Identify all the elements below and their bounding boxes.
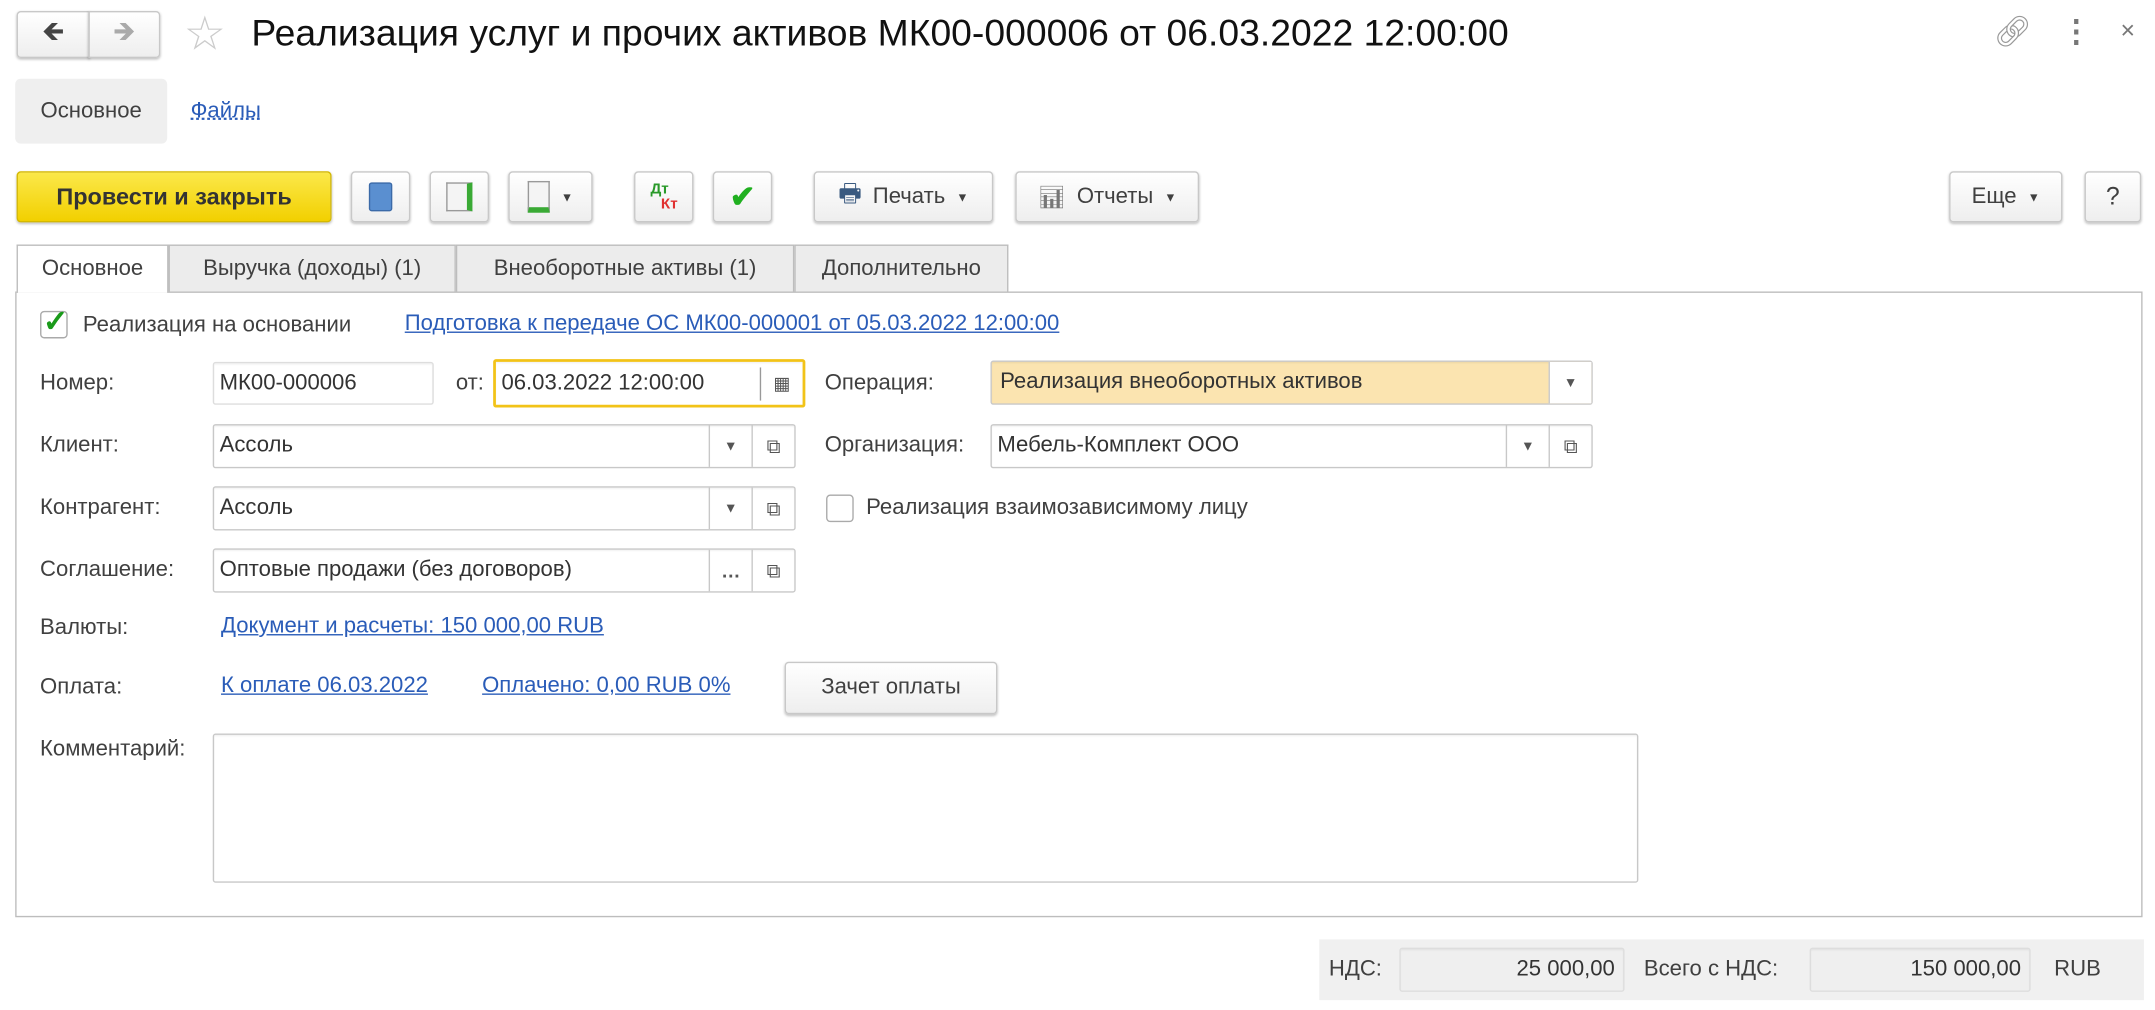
- total-label: Всего с НДС:: [1643, 957, 1779, 981]
- credit-icon: Кт: [660, 195, 678, 213]
- link-icon[interactable]: 🔗︎: [1993, 14, 2032, 50]
- checkmark-icon: ✔: [729, 178, 756, 214]
- calendar-icon[interactable]: ▦: [759, 366, 803, 400]
- ellipsis-icon[interactable]: …: [708, 549, 752, 592]
- post-button[interactable]: [429, 171, 490, 223]
- reports-button[interactable]: 📊︎ Отчеты ▼: [1015, 171, 1200, 223]
- date-label: от:: [455, 371, 484, 396]
- org-value: Мебель-Комплект ООО: [997, 433, 1240, 458]
- open-icon[interactable]: ⧉: [1548, 425, 1592, 467]
- back-button[interactable]: 🡸: [16, 11, 90, 59]
- dropdown-arrow-icon: ▼: [1164, 189, 1177, 204]
- arrow-right-icon: 🡺: [113, 16, 136, 47]
- dropdown-arrow-icon[interactable]: ▼: [708, 425, 752, 467]
- dropdown-arrow-icon[interactable]: ▼: [1505, 425, 1549, 467]
- basis-label: Реализация на основании: [82, 313, 352, 338]
- vat-label: НДС:: [1328, 957, 1382, 981]
- dropdown-arrow-icon[interactable]: ▼: [708, 487, 752, 530]
- favorite-star-icon[interactable]: ☆: [184, 7, 226, 62]
- number-field[interactable]: МК00-000006: [212, 361, 434, 405]
- operation-select[interactable]: Реализация внеоборотных активов ▼: [990, 360, 1593, 405]
- org-label: Организация:: [824, 433, 965, 458]
- operation-label: Операция:: [824, 371, 934, 396]
- payment-due-link[interactable]: К оплате 06.03.2022: [221, 674, 428, 699]
- printer-icon: 🖶: [838, 178, 862, 207]
- client-label: Клиент:: [40, 433, 119, 458]
- print-label: Печать: [872, 184, 946, 208]
- report-chart-icon: 📊︎: [1037, 185, 1066, 210]
- help-button[interactable]: ?: [2084, 171, 2142, 223]
- payment-offset-button[interactable]: Зачет оплаты: [784, 661, 998, 715]
- create-based-on-button[interactable]: ▼: [508, 171, 593, 223]
- print-button[interactable]: 🖶 Печать ▼: [813, 171, 994, 223]
- checkmark-icon: ✓: [42, 303, 69, 339]
- related-party-checkbox[interactable]: [826, 494, 854, 523]
- check-button[interactable]: ✔: [712, 171, 773, 223]
- reports-label: Отчеты: [1076, 184, 1154, 208]
- tab-main[interactable]: Основное: [16, 244, 169, 293]
- debit-icon: Дт: [650, 180, 669, 197]
- create-based-icon: [527, 180, 550, 213]
- basis-checkbox[interactable]: ✓: [40, 304, 68, 339]
- counterparty-field[interactable]: Ассоль ▼ ⧉: [212, 486, 796, 531]
- date-field[interactable]: 06.03.2022 12:00:00 ▦: [493, 359, 806, 408]
- window-title: Реализация услуг и прочих активов МК00-0…: [251, 12, 1509, 54]
- dropdown-arrow-icon: ▼: [2027, 189, 2040, 204]
- arrow-left-icon: 🡸: [41, 16, 65, 47]
- agreement-value: Оптовые продажи (без договоров): [219, 558, 572, 582]
- vat-field: 25 000,00: [1399, 947, 1625, 992]
- tab-additional[interactable]: Дополнительно: [794, 244, 1009, 292]
- agreement-field[interactable]: Оптовые продажи (без договоров) … ⧉: [212, 548, 796, 593]
- agreement-label: Соглашение:: [40, 558, 175, 582]
- dropdown-arrow-icon: ▼: [560, 189, 574, 204]
- org-field[interactable]: Мебель-Комплект ООО ▼ ⧉: [990, 424, 1593, 469]
- currency-label: Валюты:: [40, 616, 129, 640]
- paid-link[interactable]: Оплачено: 0,00 RUB 0%: [482, 674, 730, 699]
- nav-tab-files[interactable]: Файлы: [191, 99, 261, 124]
- client-value: Ассоль: [219, 433, 293, 458]
- save-button[interactable]: [350, 171, 411, 223]
- more-vertical-icon[interactable]: ⋮: [2061, 14, 2091, 50]
- dt-kt-button[interactable]: Дт Кт: [634, 171, 694, 223]
- open-icon[interactable]: ⧉: [751, 549, 794, 592]
- dropdown-arrow-icon[interactable]: ▼: [1548, 361, 1592, 404]
- vat-value: 25 000,00: [1516, 957, 1615, 981]
- more-button[interactable]: Еще ▼: [1949, 171, 2063, 223]
- currency-link[interactable]: Документ и расчеты: 150 000,00 RUB: [221, 615, 604, 640]
- post-document-icon: [446, 182, 473, 212]
- floppy-disk-icon: [368, 182, 393, 212]
- open-icon[interactable]: ⧉: [751, 487, 794, 530]
- related-party-label: Реализация взаимозависимому лицу: [866, 495, 1248, 520]
- client-field[interactable]: Ассоль ▼ ⧉: [212, 424, 796, 469]
- close-icon[interactable]: ×: [2120, 17, 2135, 46]
- dropdown-arrow-icon: ▼: [956, 189, 969, 204]
- total-value: 150 000,00: [1910, 957, 2021, 981]
- forward-button[interactable]: 🡺: [88, 11, 161, 59]
- post-and-close-button[interactable]: Провести и закрыть: [16, 171, 332, 223]
- payment-label: Оплата:: [40, 675, 123, 699]
- operation-value: Реализация внеоборотных активов: [1000, 370, 1363, 394]
- nav-tab-main[interactable]: Основное: [15, 78, 168, 144]
- date-value: 06.03.2022 12:00:00: [501, 370, 705, 395]
- number-label: Номер:: [40, 371, 115, 396]
- tab-fixed-assets[interactable]: Внеоборотные активы (1): [455, 244, 795, 292]
- tab-revenue[interactable]: Выручка (доходы) (1): [168, 244, 456, 292]
- counterparty-value: Ассоль: [219, 495, 293, 520]
- currency-code: RUB: [2054, 957, 2101, 981]
- total-field: 150 000,00: [1809, 947, 2031, 992]
- open-icon[interactable]: ⧉: [751, 425, 794, 467]
- basis-document-link[interactable]: Подготовка к передаче ОС МК00-000001 от …: [405, 312, 1060, 337]
- comment-label: Комментарий:: [40, 737, 186, 762]
- number-value: МК00-000006: [219, 370, 357, 395]
- counterparty-label: Контрагент:: [40, 495, 161, 520]
- comment-textarea[interactable]: [212, 733, 1639, 883]
- more-label: Еще: [1971, 184, 2017, 208]
